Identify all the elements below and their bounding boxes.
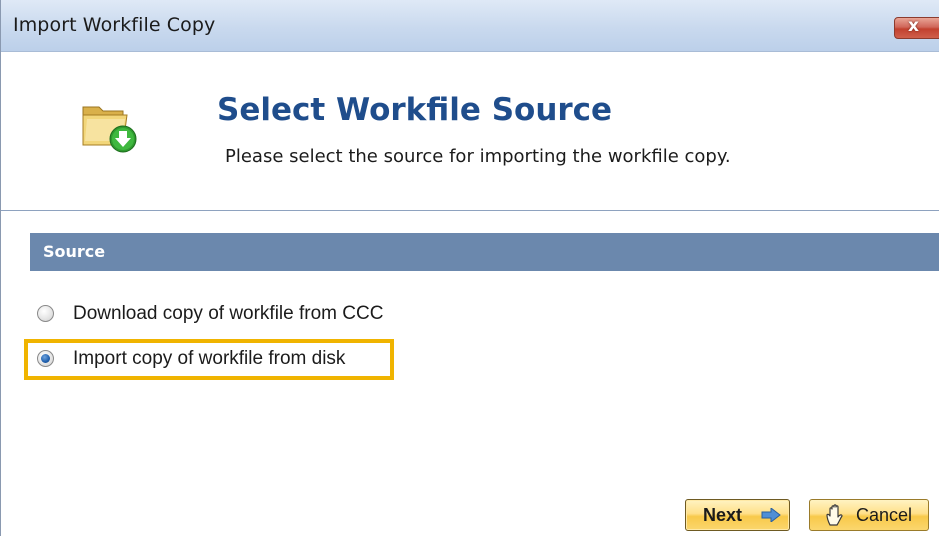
hand-icon	[826, 504, 843, 526]
header-divider	[1, 210, 939, 211]
option-label: Download copy of workfile from CCC	[73, 303, 384, 324]
source-section-header: Source	[30, 233, 939, 271]
radio-download-from-ccc[interactable]	[37, 305, 54, 322]
import-workfile-dialog: Import Workfile Copy x Select Workfile S…	[0, 0, 939, 536]
folder-download-icon	[82, 106, 137, 153]
title-bar[interactable]: Import Workfile Copy x	[1, 0, 939, 52]
cancel-button[interactable]: Cancel	[809, 499, 929, 531]
radio-import-from-disk[interactable]	[37, 350, 54, 367]
cancel-label: Cancel	[856, 505, 913, 525]
next-button[interactable]: Next	[685, 499, 790, 531]
option-label: Import copy of workfile from disk	[73, 348, 346, 369]
page-subtitle: Please select the source for importing t…	[225, 146, 731, 167]
page-title: Select Workfile Source	[217, 92, 613, 128]
section-label: Source	[43, 242, 106, 261]
close-icon: x	[908, 16, 919, 36]
window-title: Import Workfile Copy	[13, 14, 216, 36]
arrow-right-icon	[761, 508, 781, 522]
next-label: Next	[703, 505, 743, 525]
close-button[interactable]: x	[894, 16, 939, 39]
